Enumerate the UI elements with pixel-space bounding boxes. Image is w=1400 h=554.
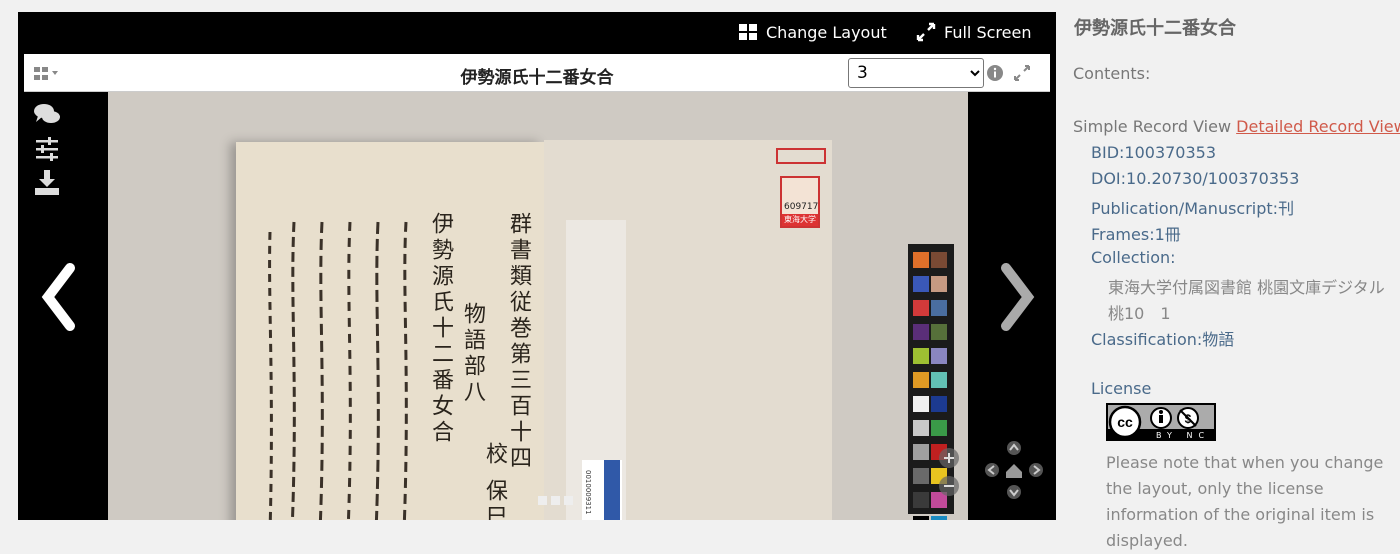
vertical-text-section: 物語部八 [460,302,485,406]
frames-field: Frames:1冊 [1091,225,1181,244]
barcode-number: 0010009311 [584,470,592,515]
download-icon[interactable] [32,168,62,198]
vertical-text-editor: 校 保巳 [482,442,507,520]
full-screen-label: Full Screen [944,22,1032,42]
book-left-page: 群書類従巻第三百十四 物語部八 伊勢源氏十二番女合 校 保巳 [236,142,544,520]
collection-label: Collection: [1091,248,1176,267]
viewer-toolbar: 伊勢源氏十二番女合 3 [24,54,1050,92]
vertical-text-title: 群書類従巻第三百十四 [506,212,531,472]
adjust-sliders-icon[interactable] [32,134,62,164]
book-page-image: 群書類従巻第三百十四 物語部八 伊勢源氏十二番女合 校 保巳 609717 東海… [108,92,968,520]
stamp-org: 東海大学 [782,214,818,226]
cc-license-badge[interactable]: cc $ BY NC [1106,403,1216,441]
contents-label: Contents: [1073,64,1151,83]
manuscript-body [268,221,408,520]
change-layout-label: Change Layout [766,22,887,42]
image-viewer: Change Layout Full Screen 伊勢源氏十二番女合 3 群書… [18,12,1056,520]
full-screen-button[interactable]: Full Screen [916,22,1031,42]
license-note: Please note that when you change the lay… [1106,453,1384,550]
next-page-icon[interactable] [996,262,1040,332]
classification-field: Classification:物語 [1091,330,1235,349]
license-label: License [1091,379,1152,398]
library-label [604,460,620,520]
library-stamp-small [776,148,826,164]
zoom-buttons[interactable] [934,446,964,498]
expand-arrows-icon [916,22,936,42]
more-options-icon[interactable] [536,494,576,506]
library-stamp: 609717 東海大学 [780,176,820,228]
fullscreen-icon[interactable] [1013,64,1031,82]
record-sidebar: 伊勢源氏十二番女合 Contents: Simple Record View D… [1072,0,1400,550]
info-icon[interactable] [986,64,1004,82]
simple-record-view-label: Simple Record View [1073,117,1232,136]
bid-field: BID:100370353 [1091,143,1217,162]
publication-field: Publication/Manuscript:刊 [1091,199,1295,218]
image-stage: 群書類従巻第三百十四 物語部八 伊勢源氏十二番女合 校 保巳 609717 東海… [24,92,1050,520]
collection-shelfmark: 桃10 1 [1108,304,1171,323]
vertical-text-work: 伊勢源氏十二番女合 [428,212,453,446]
svg-text:cc: cc [1117,414,1133,430]
record-title: 伊勢源氏十二番女合 [1074,18,1236,39]
thumbnails-icon[interactable] [34,66,62,82]
grid-layout-icon [739,24,757,40]
comments-icon[interactable] [32,100,62,130]
detailed-record-view-link[interactable]: Detailed Record View [1236,117,1400,136]
side-toolbar [32,100,62,202]
viewer-topbar: Change Layout Full Screen [18,12,1056,52]
stamp-number: 609717 [784,202,819,212]
doi-field: DOI:10.20730/100370353 [1091,169,1300,188]
collection-value: 東海大学付属図書館 桃園文庫デジタル [1108,278,1385,297]
page-select[interactable]: 3 [848,58,984,88]
change-layout-button[interactable]: Change Layout [738,22,887,42]
pan-zoom-control[interactable] [984,440,1044,500]
record-view-switch: Simple Record View Detailed Record View [1073,117,1400,136]
cc-badge-text: BY NC [1156,431,1211,440]
book-right-page: 609717 東海大学 0010009311 [544,140,832,520]
previous-page-icon[interactable] [36,262,80,332]
